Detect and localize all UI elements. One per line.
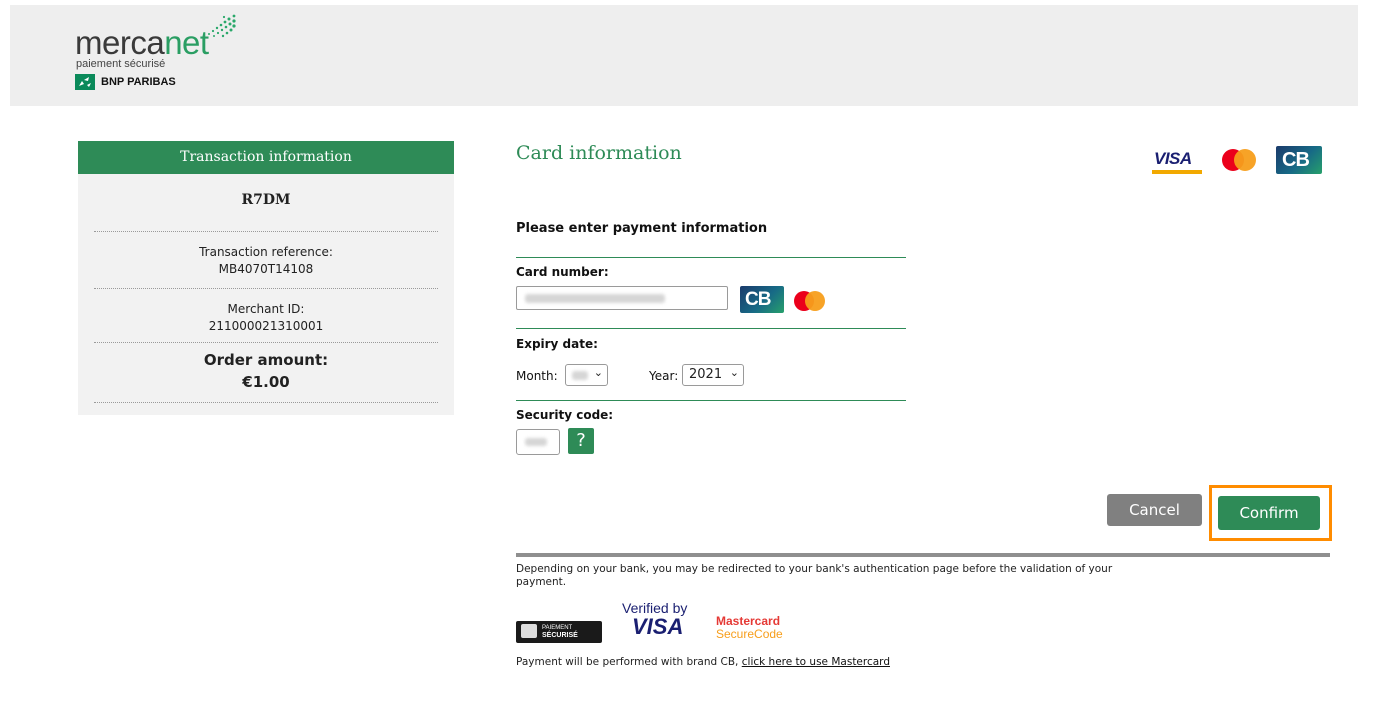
month-label: Month: — [516, 369, 558, 383]
payment-section-title: Please enter payment information — [516, 221, 768, 236]
cb-card-text: CB — [745, 289, 771, 310]
month-select[interactable]: ⌄ — [565, 364, 608, 386]
chevron-down-icon: ⌄ — [593, 366, 603, 379]
year-value: 2021 — [689, 367, 723, 382]
bnp-paribas-logo: BNP PARIBAS — [75, 74, 176, 90]
mercanet-logo: mercanet paiement sécurisé BNP PARIBAS — [75, 14, 255, 94]
amount-label: Order amount: — [203, 351, 329, 369]
cb-card-icon[interactable]: CB — [740, 286, 784, 313]
cb-brand-text: CB — [1282, 149, 1310, 171]
transaction-code: R7DM — [241, 192, 291, 208]
verified-by-visa-logo: VISA — [632, 614, 684, 639]
brand-selection-line: Payment will be performed with brand CB,… — [516, 656, 890, 668]
logo-tagline: paiement sécurisé — [76, 58, 166, 70]
reference-label: Transaction reference: — [199, 245, 333, 259]
transaction-reference-row: Transaction reference: MB4070T14108 — [94, 232, 438, 289]
footer-divider — [516, 553, 1330, 557]
chevron-down-icon: ⌄ — [729, 366, 739, 379]
security-code-label: Security code: — [516, 408, 614, 422]
visa-brand-icon: VISA — [1152, 146, 1202, 174]
transaction-code-row: R7DM — [94, 174, 438, 232]
divider-line — [516, 400, 906, 401]
amount-value: €1.00 — [242, 373, 290, 391]
divider-line — [516, 257, 906, 258]
logo-dots-icon — [208, 14, 236, 38]
lock-icon — [521, 624, 537, 638]
card-number-label: Card number: — [516, 265, 609, 279]
merchant-value: 211000021310001 — [208, 319, 324, 333]
bnp-star-icon — [75, 74, 95, 90]
order-amount-row: Order amount: €1.00 — [94, 343, 438, 403]
logo-wordmark: mercanet — [75, 24, 209, 61]
visa-brand-bar — [1152, 170, 1202, 174]
mastercard-icon — [1222, 149, 1256, 171]
mastercard-select-icon[interactable] — [794, 291, 828, 311]
visa-brand-text: VISA — [1154, 149, 1192, 168]
year-select[interactable]: 2021 ⌄ — [682, 364, 744, 386]
confirm-button[interactable]: Confirm — [1218, 496, 1320, 530]
merchant-id-row: Merchant ID: 211000021310001 — [94, 289, 438, 343]
security-code-help-button[interactable]: ? — [568, 428, 594, 454]
expiry-date-label: Expiry date: — [516, 337, 598, 351]
mastercard-securecode-logo: Mastercard — [716, 614, 781, 628]
reference-value: MB4070T14108 — [218, 262, 314, 276]
panel-title: Transaction information — [78, 141, 454, 174]
card-number-input[interactable] — [516, 286, 728, 310]
securecode-text: SecureCode — [716, 627, 783, 641]
year-label: Year: — [649, 369, 679, 383]
card-info-title: Card information — [516, 142, 682, 164]
bank-name: BNP PARIBAS — [101, 76, 176, 88]
transaction-panel: Transaction information R7DM Transaction… — [78, 141, 454, 415]
use-mastercard-link[interactable]: click here to use Mastercard — [742, 656, 890, 668]
cb-paiement-securise-logo: PAIEMENT SÉCURISÉ — [516, 621, 602, 643]
merchant-label: Merchant ID: — [227, 302, 305, 316]
divider-line — [516, 328, 906, 329]
cancel-button[interactable]: Cancel — [1107, 494, 1202, 526]
cb-brand-icon: CB — [1276, 146, 1322, 174]
redirect-note: Depending on your bank, you may be redir… — [516, 563, 1113, 588]
security-code-input[interactable] — [516, 429, 560, 455]
brand-selection-text: Payment will be performed with brand CB, — [516, 656, 739, 668]
